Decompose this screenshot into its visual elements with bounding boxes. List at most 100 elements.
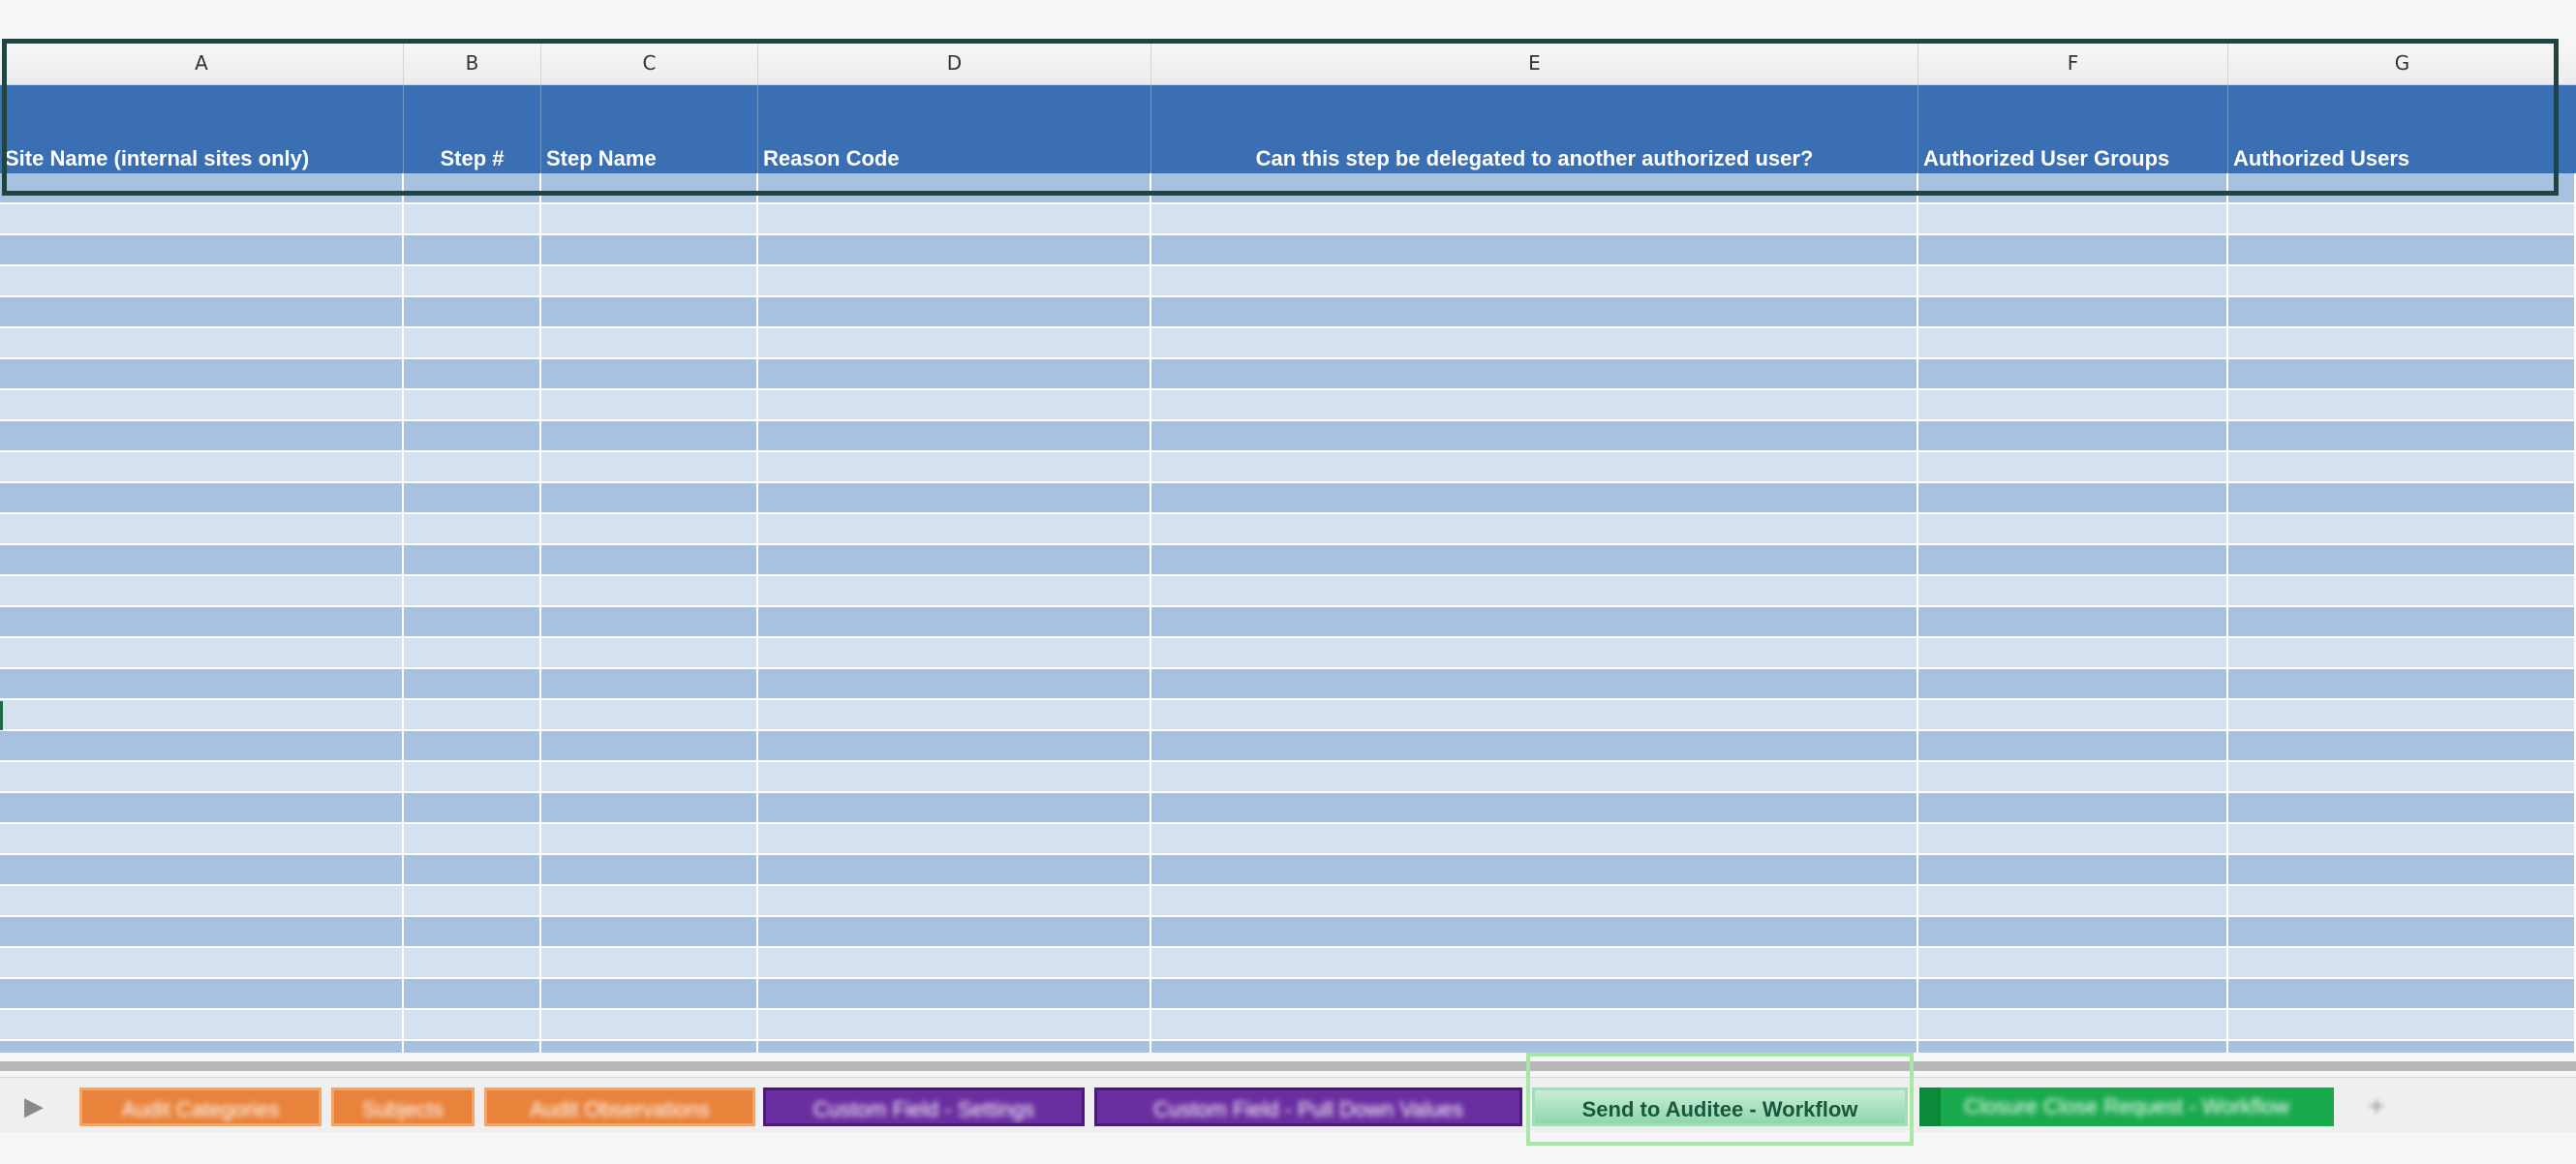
table-cell[interactable] bbox=[404, 266, 541, 295]
table-cell[interactable] bbox=[758, 762, 1151, 791]
table-cell[interactable] bbox=[404, 855, 541, 884]
table-cell[interactable] bbox=[2228, 793, 2576, 822]
table-cell[interactable] bbox=[404, 948, 541, 977]
table-cell[interactable] bbox=[404, 514, 541, 543]
table-cell[interactable] bbox=[0, 948, 404, 977]
table-cell[interactable] bbox=[0, 855, 404, 884]
table-cell[interactable] bbox=[1918, 297, 2228, 326]
table-cell[interactable] bbox=[758, 514, 1151, 543]
table-cell[interactable] bbox=[758, 669, 1151, 698]
table-cell[interactable] bbox=[758, 1010, 1151, 1039]
table-cell[interactable] bbox=[758, 173, 1151, 202]
table-cell[interactable] bbox=[404, 1041, 541, 1053]
header-can-delegate[interactable]: Can this step be delegated to another au… bbox=[1151, 85, 1918, 173]
table-cell[interactable] bbox=[541, 886, 758, 915]
table-cell[interactable] bbox=[0, 297, 404, 326]
table-cell[interactable] bbox=[0, 545, 404, 574]
header-authorized-users[interactable]: Authorized Users bbox=[2228, 85, 2576, 173]
table-cell[interactable] bbox=[0, 421, 404, 450]
table-cell[interactable] bbox=[1918, 1041, 2228, 1053]
table-cell[interactable] bbox=[2228, 917, 2576, 946]
table-cell[interactable] bbox=[1151, 979, 1918, 1008]
table-cell[interactable] bbox=[1918, 824, 2228, 853]
table-cell[interactable] bbox=[2228, 669, 2576, 698]
table-cell[interactable] bbox=[758, 359, 1151, 388]
table-cell[interactable] bbox=[0, 576, 404, 605]
table-cell[interactable] bbox=[1151, 576, 1918, 605]
table-cell[interactable] bbox=[1918, 1010, 2228, 1039]
header-site-name[interactable]: Site Name (internal sites only) bbox=[0, 85, 404, 173]
table-cell[interactable] bbox=[541, 731, 758, 760]
table-cell[interactable] bbox=[541, 700, 758, 729]
table-cell[interactable] bbox=[541, 762, 758, 791]
table-cell[interactable] bbox=[758, 638, 1151, 667]
table-cell[interactable] bbox=[2228, 266, 2576, 295]
sheet-tab-send-to-auditee-workflow[interactable]: Send to Auditee - Workflow bbox=[1532, 1087, 1908, 1126]
table-cell[interactable] bbox=[541, 1041, 758, 1053]
table-cell[interactable] bbox=[2228, 1010, 2576, 1039]
table-cell[interactable] bbox=[541, 607, 758, 636]
header-reason-code[interactable]: Reason Code bbox=[758, 85, 1151, 173]
table-cell[interactable] bbox=[541, 483, 758, 512]
table-cell[interactable] bbox=[0, 669, 404, 698]
table-cell[interactable] bbox=[1918, 638, 2228, 667]
table-cell[interactable] bbox=[404, 762, 541, 791]
table-cell[interactable] bbox=[1151, 452, 1918, 481]
table-cell[interactable] bbox=[541, 421, 758, 450]
table-cell[interactable] bbox=[758, 700, 1151, 729]
table-cell[interactable] bbox=[1918, 917, 2228, 946]
table-cell[interactable] bbox=[758, 607, 1151, 636]
horizontal-divider[interactable] bbox=[0, 1061, 2576, 1071]
header-step-name[interactable]: Step Name bbox=[541, 85, 758, 173]
table-cell[interactable] bbox=[541, 328, 758, 357]
sheet-tab-custom-field-settings[interactable]: Custom Field - Settings bbox=[763, 1087, 1085, 1126]
table-cell[interactable] bbox=[0, 762, 404, 791]
table-cell[interactable] bbox=[0, 638, 404, 667]
table-cell[interactable] bbox=[2228, 452, 2576, 481]
table-cell[interactable] bbox=[0, 266, 404, 295]
table-cell[interactable] bbox=[404, 886, 541, 915]
column-letter-e[interactable]: E bbox=[1151, 42, 1918, 84]
table-cell[interactable] bbox=[1151, 948, 1918, 977]
table-cell[interactable] bbox=[758, 421, 1151, 450]
table-cell[interactable] bbox=[2228, 235, 2576, 264]
table-cell[interactable] bbox=[1918, 452, 2228, 481]
table-cell[interactable] bbox=[0, 979, 404, 1008]
table-cell[interactable] bbox=[1918, 545, 2228, 574]
table-cell[interactable] bbox=[1151, 390, 1918, 419]
table-cell[interactable] bbox=[1151, 328, 1918, 357]
table-cell[interactable] bbox=[541, 235, 758, 264]
table-cell[interactable] bbox=[758, 576, 1151, 605]
table-cell[interactable] bbox=[1918, 173, 2228, 202]
table-cell[interactable] bbox=[404, 359, 541, 388]
table-cell[interactable] bbox=[2228, 700, 2576, 729]
table-cell[interactable] bbox=[758, 390, 1151, 419]
table-cell[interactable] bbox=[2228, 824, 2576, 853]
table-cell[interactable] bbox=[758, 328, 1151, 357]
table-cell[interactable] bbox=[1918, 731, 2228, 760]
table-cell[interactable] bbox=[2228, 173, 2576, 202]
table-cell[interactable] bbox=[2228, 886, 2576, 915]
table-cell[interactable] bbox=[1151, 173, 1918, 202]
header-step-number[interactable]: Step # bbox=[404, 85, 541, 173]
table-cell[interactable] bbox=[1151, 700, 1918, 729]
table-cell[interactable] bbox=[541, 452, 758, 481]
table-cell[interactable] bbox=[1151, 421, 1918, 450]
table-cell[interactable] bbox=[404, 328, 541, 357]
column-letter-c[interactable]: C bbox=[541, 42, 758, 84]
table-cell[interactable] bbox=[2228, 576, 2576, 605]
table-cell[interactable] bbox=[0, 452, 404, 481]
table-cell[interactable] bbox=[1151, 731, 1918, 760]
table-cell[interactable] bbox=[0, 1041, 404, 1053]
table-cell[interactable] bbox=[404, 700, 541, 729]
table-cell[interactable] bbox=[1918, 421, 2228, 450]
table-cell[interactable] bbox=[404, 483, 541, 512]
table-cell[interactable] bbox=[541, 545, 758, 574]
table-cell[interactable] bbox=[0, 328, 404, 357]
table-cell[interactable] bbox=[2228, 359, 2576, 388]
table-cell[interactable] bbox=[541, 824, 758, 853]
table-cell[interactable] bbox=[2228, 514, 2576, 543]
table-cell[interactable] bbox=[541, 576, 758, 605]
table-cell[interactable] bbox=[541, 1010, 758, 1039]
table-cell[interactable] bbox=[1151, 483, 1918, 512]
